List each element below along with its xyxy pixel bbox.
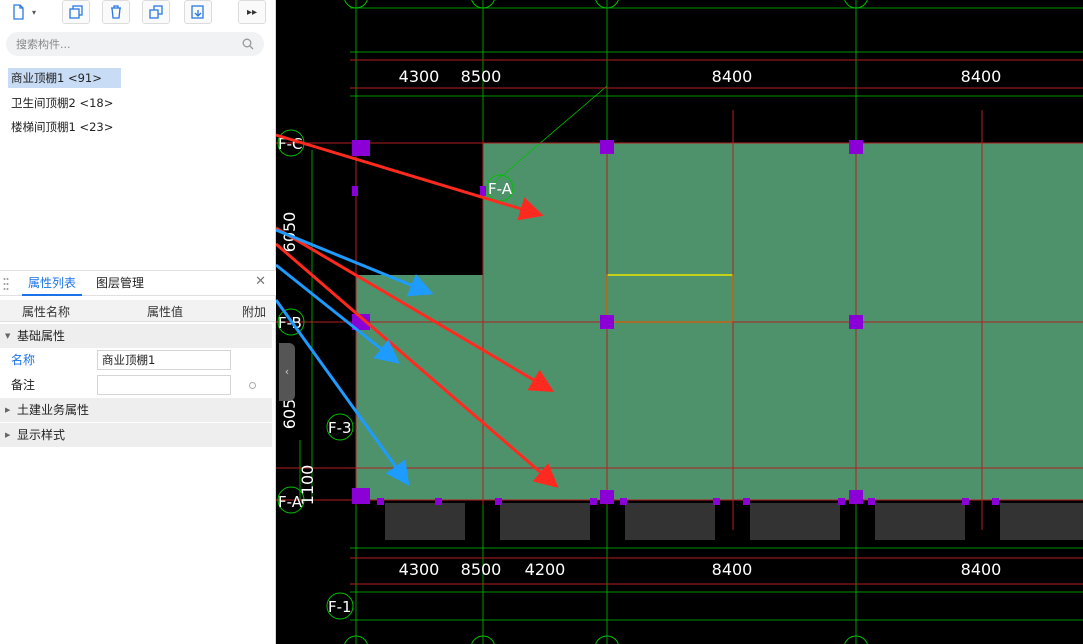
delete-component-button[interactable] bbox=[102, 0, 130, 24]
bottom-dim: 8400 bbox=[961, 560, 1002, 579]
axis-label-fa-inner: F-A bbox=[488, 180, 513, 198]
component-item[interactable]: 商业顶棚1 <91> bbox=[8, 68, 121, 88]
double-chevron-right-icon: ▸▸ bbox=[246, 6, 258, 18]
column-header-value: 属性值 bbox=[147, 305, 184, 319]
bottom-dim: 8400 bbox=[712, 560, 753, 579]
component-item[interactable]: 卫生间顶棚2 <18> bbox=[8, 93, 116, 113]
collapse-panel-button[interactable]: ‹ bbox=[279, 343, 295, 401]
column-header-extra: 附加 bbox=[242, 305, 267, 319]
triangle-right-icon: ▶ bbox=[5, 431, 11, 439]
drag-handle-icon[interactable] bbox=[3, 277, 9, 291]
copy-component-button[interactable] bbox=[62, 0, 90, 24]
copy-icon bbox=[69, 5, 83, 19]
triangle-down-icon: ▼ bbox=[5, 332, 11, 340]
property-panel-header: 属性列表 图层管理 ✕ bbox=[0, 270, 276, 296]
bottom-dim: 8500 bbox=[461, 560, 502, 579]
group-label: 基础属性 bbox=[17, 329, 66, 343]
group-display-style[interactable]: ▶ 显示样式 bbox=[0, 423, 272, 447]
property-row-name: 名称 bbox=[0, 348, 272, 372]
bottom-dim: 4200 bbox=[525, 560, 566, 579]
property-table-header: 属性名称 属性值 附加 bbox=[0, 300, 276, 322]
import-icon bbox=[191, 5, 204, 19]
search-input[interactable] bbox=[16, 35, 231, 53]
top-dim: 8500 bbox=[461, 67, 502, 86]
extra-dot-icon[interactable] bbox=[249, 382, 256, 389]
top-dim: 4300 bbox=[399, 67, 440, 86]
more-button[interactable]: ▸▸ bbox=[238, 0, 266, 24]
axis-label-f1: F-1 bbox=[328, 598, 352, 616]
import-button[interactable] bbox=[184, 0, 212, 24]
duplicate-icon bbox=[149, 5, 163, 19]
property-note-input[interactable] bbox=[97, 375, 231, 395]
bottom-dim: 4300 bbox=[399, 560, 440, 579]
triangle-right-icon: ▶ bbox=[5, 406, 11, 414]
tab-layer-management[interactable]: 图层管理 bbox=[90, 271, 150, 296]
axis-label-f3: F-3 bbox=[328, 419, 352, 437]
property-label: 名称 bbox=[11, 353, 36, 367]
duplicate-button[interactable] bbox=[142, 0, 170, 24]
property-name-input[interactable] bbox=[97, 350, 231, 370]
property-row-note: 备注 bbox=[0, 373, 272, 397]
close-icon[interactable]: ✕ bbox=[255, 274, 266, 289]
group-label: 土建业务属性 bbox=[17, 403, 90, 417]
top-dim: 8400 bbox=[712, 67, 753, 86]
trash-icon bbox=[111, 5, 121, 19]
component-item[interactable]: 楼梯间顶棚1 <23> bbox=[8, 117, 116, 137]
search-box bbox=[6, 32, 264, 56]
group-basic-properties[interactable]: ▼ 基础属性 bbox=[0, 324, 272, 348]
new-file-icon bbox=[13, 4, 24, 20]
top-dim: 8400 bbox=[961, 67, 1002, 86]
vertical-dim: 1100 bbox=[298, 465, 317, 506]
tab-property-list[interactable]: 属性列表 bbox=[22, 271, 83, 296]
vertical-dim: 605 bbox=[280, 399, 299, 430]
column-header-name: 属性名称 bbox=[22, 305, 71, 319]
group-civil-properties[interactable]: ▶ 土建业务属性 bbox=[0, 398, 272, 422]
chevron-down-icon[interactable]: ▾ bbox=[32, 8, 36, 17]
new-component-button[interactable]: ▾ bbox=[4, 0, 48, 24]
search-icon[interactable] bbox=[242, 38, 254, 50]
group-label: 显示样式 bbox=[17, 428, 66, 442]
component-panel: ▾ ▸▸ 商业顶棚1 <91> 卫生间顶棚2 <18> 楼梯间顶棚1 <23> … bbox=[0, 0, 276, 644]
property-label: 备注 bbox=[11, 378, 36, 392]
chevron-left-icon: ‹ bbox=[284, 365, 290, 378]
